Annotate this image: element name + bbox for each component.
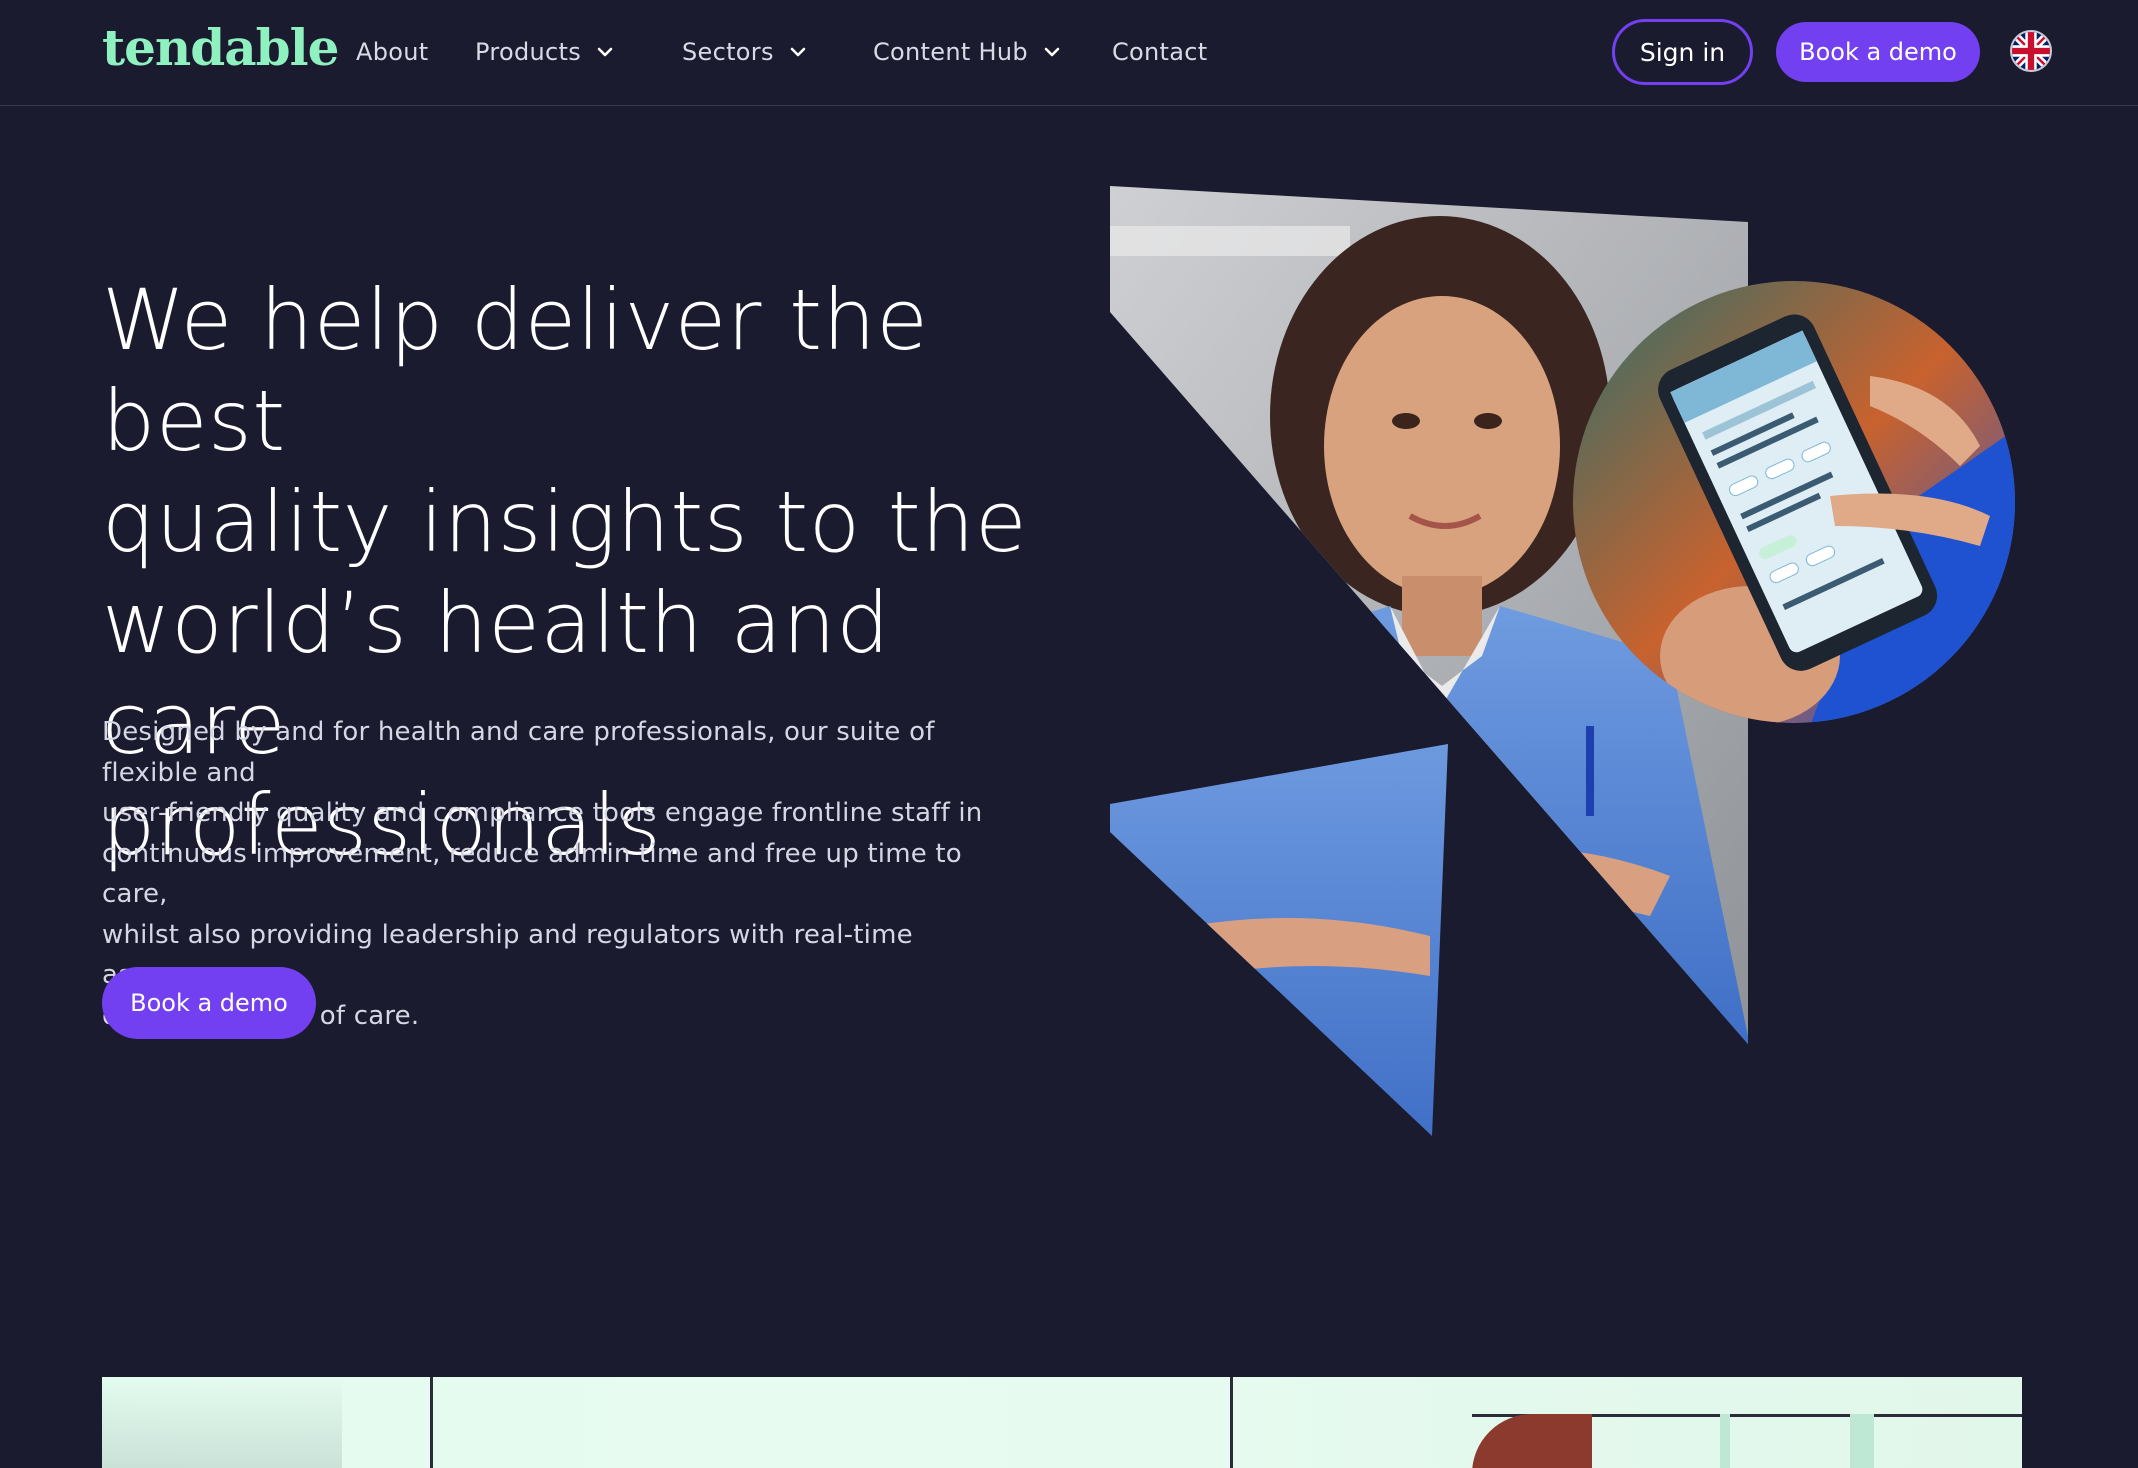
hero-description-line: user-friendly quality and compliance too… <box>102 798 983 828</box>
nav-contact-label: Contact <box>1112 38 1208 66</box>
hero-image-collage <box>1110 186 2015 1136</box>
book-demo-hero-button[interactable]: Book a demo <box>102 967 316 1039</box>
nav-about-label: About <box>356 38 429 66</box>
panel-divider <box>430 1377 433 1468</box>
tendable-logo[interactable]: tendable <box>102 18 339 77</box>
panel-shading <box>102 1377 342 1468</box>
chevron-down-icon <box>597 47 613 57</box>
uk-flag-icon[interactable] <box>2010 30 2052 72</box>
nav-contact[interactable]: Contact <box>1112 34 1207 70</box>
nav-content-hub-label: Content Hub <box>873 38 1028 66</box>
nav-about[interactable]: About <box>356 34 428 70</box>
book-demo-header-button[interactable]: Book a demo <box>1776 22 1980 82</box>
nurse-arms-photo <box>1110 744 1448 1136</box>
hero-description-line: Designed by and for health and care prof… <box>102 717 935 788</box>
language-selector-graphic <box>2012 32 2050 70</box>
hero-description-line: continuous improvement, reduce admin tim… <box>102 838 962 910</box>
nav-sectors-dropdown[interactable]: Sectors <box>682 34 808 70</box>
chevron-down-icon <box>790 47 806 57</box>
next-section-preview <box>102 1377 2022 1468</box>
sign-in-button[interactable]: Sign in <box>1612 19 1753 85</box>
site-header: tendable About Products Sectors Content … <box>0 0 2138 106</box>
illustration-shape <box>1720 1414 1730 1468</box>
chevron-down-icon <box>1044 47 1060 57</box>
nav-sectors-label: Sectors <box>682 38 774 66</box>
hero-title-line: quality insights to the <box>102 473 1028 571</box>
nav-products-dropdown[interactable]: Products <box>475 34 615 70</box>
panel-divider <box>1230 1377 1233 1468</box>
illustration-shape <box>1472 1414 1592 1468</box>
nav-products-label: Products <box>475 38 582 66</box>
nav-content-hub-dropdown[interactable]: Content Hub <box>873 34 1062 70</box>
hero-title-line: We help deliver the best <box>102 271 929 470</box>
illustration-shape <box>1850 1414 1874 1468</box>
